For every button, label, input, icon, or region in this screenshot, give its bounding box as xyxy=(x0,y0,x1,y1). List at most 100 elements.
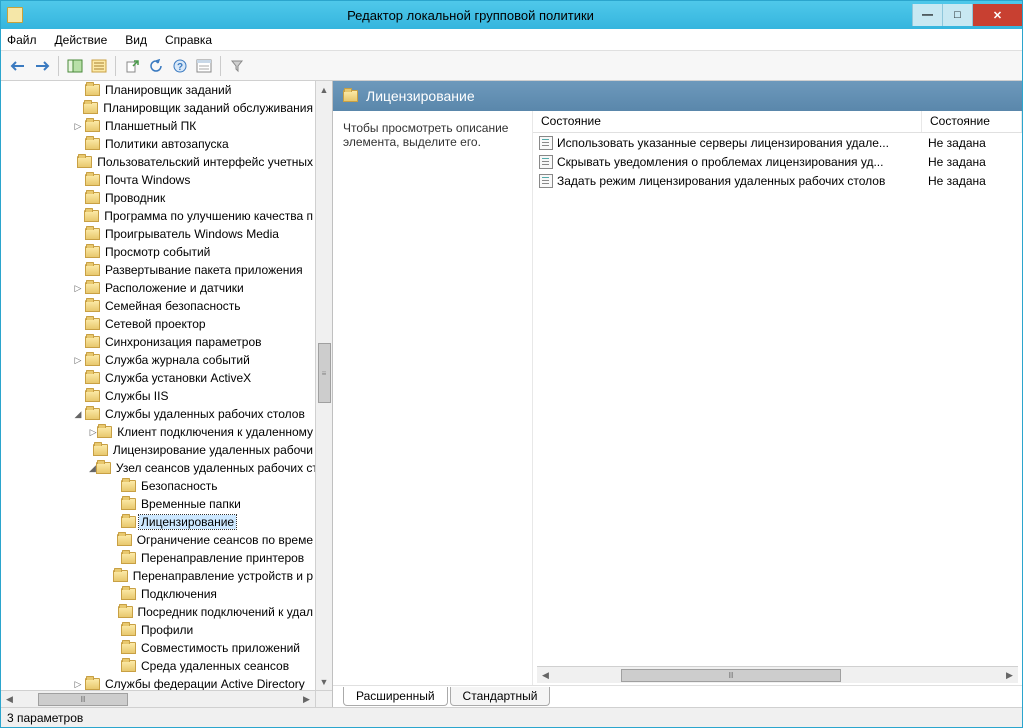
tree-item[interactable]: Пользовательский интерфейс учетных xyxy=(1,153,315,171)
expander-icon[interactable]: ▷ xyxy=(71,679,85,690)
menu-file[interactable]: Файл xyxy=(7,33,37,47)
tree-item-label: Совместимость приложений xyxy=(139,641,302,655)
expander-icon[interactable]: ▷ xyxy=(71,121,85,132)
scroll-track[interactable]: Ⅲ xyxy=(554,668,1001,683)
tree-item[interactable]: Просмотр событий xyxy=(1,243,315,261)
menu-view[interactable]: Вид xyxy=(125,33,147,47)
tree-item[interactable]: Перенаправление принтеров xyxy=(1,549,315,567)
expander-icon[interactable]: ◢ xyxy=(89,463,96,474)
properties-button[interactable] xyxy=(88,55,110,77)
tree-item-label: Проводник xyxy=(103,191,167,205)
tree-item[interactable]: Посредник подключений к удал xyxy=(1,603,315,621)
scroll-thumb[interactable]: ≡ xyxy=(318,343,331,403)
expander-icon[interactable]: ◢ xyxy=(71,409,85,420)
tree-item[interactable]: ▷ Планшетный ПК xyxy=(1,117,315,135)
tree-item[interactable]: Лицензирование удаленных рабочи xyxy=(1,441,315,459)
tree-item[interactable]: Проигрыватель Windows Media xyxy=(1,225,315,243)
tree-item[interactable]: Перенаправление устройств и р xyxy=(1,567,315,585)
tab-standard[interactable]: Стандартный xyxy=(450,687,551,706)
tree-item[interactable]: Лицензирование xyxy=(1,513,315,531)
tree-horizontal-scrollbar[interactable]: ◀ Ⅲ ▶ xyxy=(1,690,315,707)
separator xyxy=(115,56,116,76)
folder-icon xyxy=(85,300,100,312)
tree-item[interactable]: Проводник xyxy=(1,189,315,207)
tree-item-label: Планировщик заданий обслуживания xyxy=(101,101,315,115)
tree-item[interactable]: Ограничение сеансов по време xyxy=(1,531,315,549)
filter-button[interactable] xyxy=(226,55,248,77)
tree-item[interactable]: Службы IIS xyxy=(1,387,315,405)
setting-row[interactable]: Скрывать уведомления о проблемах лицензи… xyxy=(533,152,1022,171)
list-column-headers: Состояние Состояние xyxy=(533,111,1022,133)
folder-icon xyxy=(85,246,100,258)
tree-item[interactable]: Безопасность xyxy=(1,477,315,495)
statusbar: 3 параметров xyxy=(1,707,1022,727)
menu-help[interactable]: Справка xyxy=(165,33,212,47)
export-button[interactable] xyxy=(121,55,143,77)
scroll-left-icon[interactable]: ◀ xyxy=(537,668,554,683)
tree-item[interactable]: Развертывание пакета приложения xyxy=(1,261,315,279)
column-header-name[interactable]: Состояние xyxy=(533,111,922,132)
setting-row[interactable]: Использовать указанные серверы лицензиро… xyxy=(533,133,1022,152)
tree-vertical-scrollbar[interactable]: ▲ ≡ ▼ xyxy=(315,81,332,690)
tree-item[interactable]: Синхронизация параметров xyxy=(1,333,315,351)
minimize-button[interactable]: — xyxy=(912,4,942,26)
tree-item[interactable]: ◢ Службы удаленных рабочих столов xyxy=(1,405,315,423)
setting-icon xyxy=(539,136,553,150)
tree-item[interactable]: Подключения xyxy=(1,585,315,603)
tree-item[interactable]: Политики автозапуска xyxy=(1,135,315,153)
scroll-right-icon[interactable]: ▶ xyxy=(298,692,315,707)
help-button[interactable]: ? xyxy=(169,55,191,77)
close-icon: ✕ xyxy=(993,9,1002,22)
show-hide-tree-button[interactable] xyxy=(64,55,86,77)
column-header-state[interactable]: Состояние xyxy=(922,111,1022,132)
tree-item-label: Подключения xyxy=(139,587,219,601)
folder-icon xyxy=(85,282,100,294)
scroll-track[interactable]: ≡ xyxy=(317,98,332,673)
scroll-up-icon[interactable]: ▲ xyxy=(317,81,332,98)
tree-item[interactable]: Профили xyxy=(1,621,315,639)
tree-item-label: Планшетный ПК xyxy=(103,119,198,133)
forward-button[interactable] xyxy=(31,55,53,77)
scroll-down-icon[interactable]: ▼ xyxy=(317,673,332,690)
menu-action[interactable]: Действие xyxy=(55,33,108,47)
tree-item[interactable]: ▷Служба журнала событий xyxy=(1,351,315,369)
maximize-button[interactable]: □ xyxy=(942,4,972,26)
tree-item[interactable]: Планировщик заданий обслуживания xyxy=(1,99,315,117)
tree-item[interactable]: ▷Расположение и датчики xyxy=(1,279,315,297)
tree-item-label: Почта Windows xyxy=(103,173,192,187)
expander-icon[interactable]: ▷ xyxy=(71,283,85,294)
tree-item[interactable]: Служба установки ActiveX xyxy=(1,369,315,387)
tree-item-label: Среда удаленных сеансов xyxy=(139,659,291,673)
back-button[interactable] xyxy=(7,55,29,77)
tree-item[interactable]: Совместимость приложений xyxy=(1,639,315,657)
tree-item[interactable]: Почта Windows xyxy=(1,171,315,189)
tree-scroll-area: Планировщик заданий Планировщик заданий о… xyxy=(1,81,332,707)
refresh-button[interactable] xyxy=(145,55,167,77)
expander-icon[interactable]: ▷ xyxy=(89,427,97,438)
tree-item[interactable]: Семейная безопасность xyxy=(1,297,315,315)
tree-item[interactable]: Сетевой проектор xyxy=(1,315,315,333)
scroll-thumb[interactable]: Ⅲ xyxy=(38,693,128,706)
tree-item[interactable]: Временные папки xyxy=(1,495,315,513)
folder-icon xyxy=(84,210,99,222)
close-button[interactable]: ✕ xyxy=(972,4,1022,26)
tree-item-label: Посредник подключений к удал xyxy=(136,605,316,619)
folder-icon xyxy=(83,102,98,114)
scroll-right-icon[interactable]: ▶ xyxy=(1001,668,1018,683)
tree-item[interactable]: ▷Службы федерации Active Directory xyxy=(1,675,315,690)
settings-list-panel: Состояние Состояние Использовать указанн… xyxy=(533,111,1022,685)
tab-extended[interactable]: Расширенный xyxy=(343,687,448,706)
expander-icon[interactable]: ▷ xyxy=(71,355,85,366)
tree-item-label: Службы удаленных рабочих столов xyxy=(103,407,307,421)
details-button[interactable] xyxy=(193,55,215,77)
list-horizontal-scrollbar[interactable]: ◀ Ⅲ ▶ xyxy=(537,666,1018,683)
scroll-left-icon[interactable]: ◀ xyxy=(1,692,18,707)
setting-row[interactable]: Задать режим лицензирования удаленных ра… xyxy=(533,171,1022,190)
tree-item[interactable]: Планировщик заданий xyxy=(1,81,315,99)
setting-name: Задать режим лицензирования удаленных ра… xyxy=(557,174,885,188)
tree-item[interactable]: ▷Клиент подключения к удаленному xyxy=(1,423,315,441)
scroll-thumb[interactable]: Ⅲ xyxy=(621,669,841,682)
tree-item[interactable]: ◢Узел сеансов удаленных рабочих ст xyxy=(1,459,315,477)
tree-item[interactable]: Программа по улучшению качества п xyxy=(1,207,315,225)
tree-item[interactable]: Среда удаленных сеансов xyxy=(1,657,315,675)
